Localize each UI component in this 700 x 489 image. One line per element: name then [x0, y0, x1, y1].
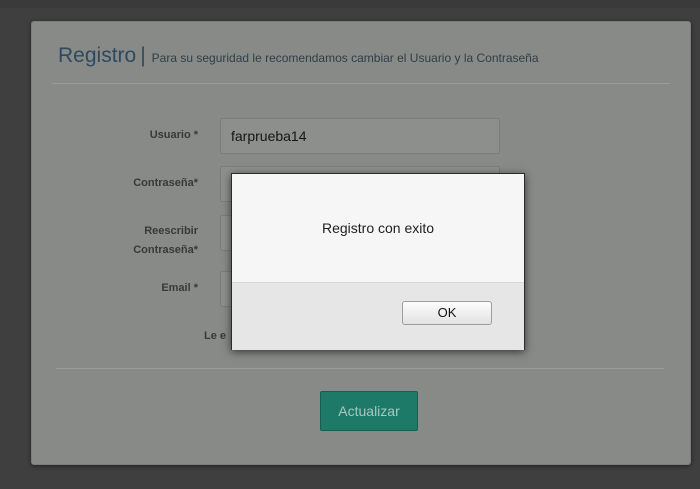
- header-divider: [52, 83, 670, 84]
- browser-top-edge: [0, 0, 700, 8]
- form-header: Registro | Para su seguridad le recomendam…: [58, 44, 539, 68]
- page-subtitle: Para su seguridad le recomendamos cambia…: [151, 51, 539, 65]
- email-label: Email *: [161, 282, 198, 294]
- reescribir-label-line2: Contraseña*: [133, 244, 198, 256]
- usuario-input[interactable]: farprueba14: [220, 118, 500, 154]
- info-text: Le e: [204, 330, 227, 342]
- usuario-label: Usuario *: [149, 129, 198, 141]
- title-separator: |: [140, 44, 146, 67]
- contrasena-label: Contraseña*: [133, 177, 198, 189]
- footer-divider: [56, 368, 664, 369]
- reescribir-label-line1: Reescribir: [144, 225, 198, 237]
- dialog-message: Registro con exito: [321, 220, 435, 236]
- ok-button[interactable]: OK: [402, 301, 492, 325]
- page-title: Registro: [58, 44, 137, 67]
- alert-dialog: Registro con exito OK: [231, 173, 525, 350]
- actualizar-button[interactable]: Actualizar: [320, 391, 418, 431]
- dialog-footer: OK: [232, 282, 524, 350]
